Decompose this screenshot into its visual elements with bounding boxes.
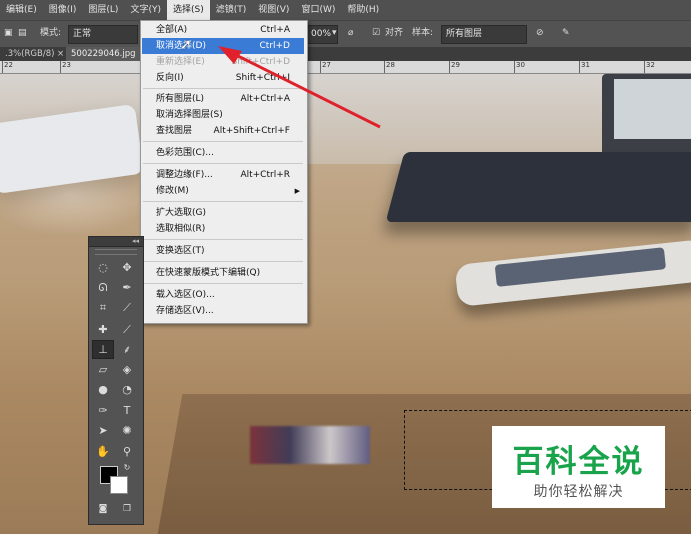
paint-bucket-tool-icon[interactable]: ◈ [117, 361, 137, 378]
background-color-swatch[interactable] [110, 476, 128, 494]
brush-tool-icon[interactable]: ⟋ [117, 321, 137, 338]
type-tool-icon[interactable]: T [117, 402, 137, 419]
shape-tool-icon[interactable]: ✺ [117, 422, 137, 439]
panel-grip[interactable] [95, 249, 137, 255]
history-brush-tool-icon[interactable]: ⸙ [117, 341, 137, 358]
watermark-subtitle: 助你轻松解决 [533, 484, 624, 500]
watermark-logo: 百科全说 助你轻松解决 [492, 426, 665, 508]
swap-colors-icon[interactable]: ↻ [117, 459, 137, 476]
crop-tool-icon[interactable]: ⌗ [93, 299, 113, 316]
clone-stamp-tool-icon[interactable]: ⊥ [92, 340, 114, 359]
path-select-tool-icon[interactable]: ➤ [93, 422, 113, 439]
arrow-head [218, 46, 242, 64]
watermark-title: 百科全说 [512, 444, 645, 480]
screen-mode-icon[interactable]: ❐ [117, 501, 137, 518]
dodge-tool-icon[interactable]: ◔ [117, 381, 137, 398]
marquee-tool-icon[interactable]: ◌ [93, 259, 113, 276]
tools-panel-collapse[interactable]: ◂◂ [89, 237, 143, 247]
quick-mask-icon[interactable]: ◙ [93, 501, 113, 518]
eyedropper-tool-icon[interactable]: ⟋ [117, 299, 137, 316]
blur-tool-icon[interactable]: ● [93, 381, 113, 398]
zoom-tool-icon[interactable]: ⚲ [117, 443, 137, 460]
quick-select-tool-icon[interactable]: ✒ [117, 279, 137, 296]
healing-brush-tool-icon[interactable]: ✚ [93, 321, 113, 338]
lasso-tool-icon[interactable]: ᘏ [93, 279, 113, 296]
tools-panel: ◂◂ ◌ ✥ ᘏ ✒ ⌗ ⟋ ✚ ⟋ ⊥ ⸙ ▱ ◈ ● ◔ ✑ T ➤ ✺ ✋… [88, 236, 144, 525]
eraser-tool-icon[interactable]: ▱ [93, 361, 113, 378]
arrow-shaft [231, 51, 381, 129]
move-tool-icon[interactable]: ✥ [117, 259, 137, 276]
pen-tool-icon[interactable]: ✑ [93, 402, 113, 419]
hand-tool-icon[interactable]: ✋ [93, 443, 113, 460]
